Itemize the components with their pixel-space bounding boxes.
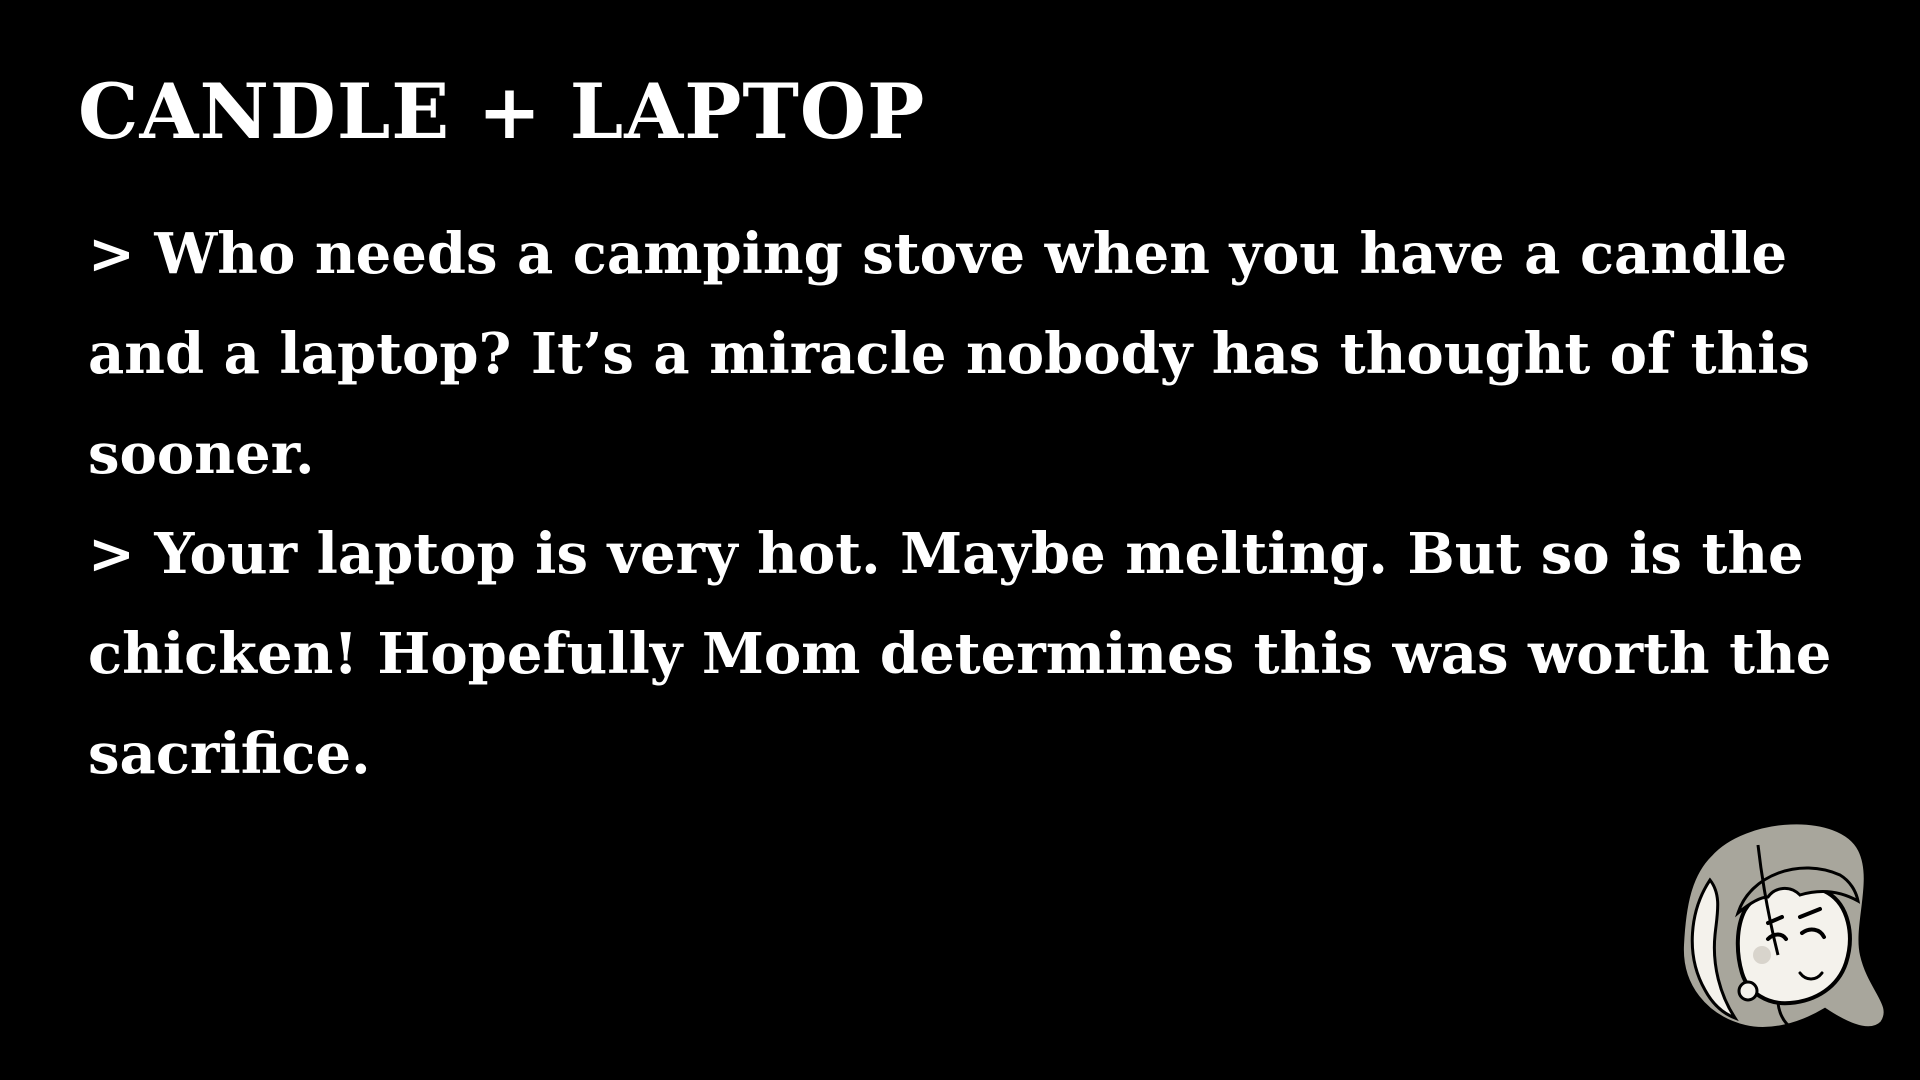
narration-entry: > Your laptop is very hot. Maybe melting…	[88, 521, 1832, 787]
scene-title: CANDLE + LAPTOP	[78, 67, 926, 156]
game-screen: CANDLE + LAPTOP > Who needs a camping st…	[0, 0, 1920, 1080]
character-portrait	[1650, 805, 1900, 1055]
character-face-icon	[1679, 820, 1888, 1035]
narration-log: > Who needs a camping stove when you hav…	[88, 204, 1848, 804]
narration-entry: > Who needs a camping stove when you hav…	[88, 221, 1810, 487]
